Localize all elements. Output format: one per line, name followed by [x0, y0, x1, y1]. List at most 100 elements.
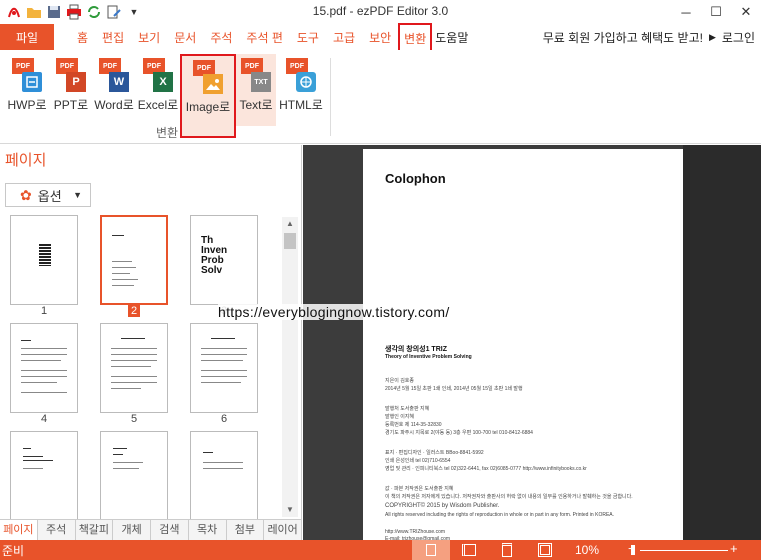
- thumbnails-scrollbar[interactable]: ▲ ▼: [282, 217, 298, 517]
- page-number: 4: [40, 413, 48, 425]
- convert-to-text-button[interactable]: PDF TXT Text로: [236, 54, 276, 126]
- tab-annotation[interactable]: 주석: [203, 24, 239, 50]
- tab-file[interactable]: 파일: [0, 24, 54, 50]
- tab-advanced[interactable]: 고급: [326, 24, 362, 50]
- colophon-line: All rights reserved including the rights…: [385, 512, 614, 518]
- signup-link[interactable]: 무료 회원 가입하고 혜택도 받고!: [543, 29, 703, 46]
- tab-annotations[interactable]: 주석: [38, 520, 76, 540]
- document-view[interactable]: Colophon 생각의 창의성1 TRIZ Theory of Inventi…: [303, 145, 761, 542]
- page-number: 1: [40, 305, 48, 317]
- page-thumbnails: 1 2 ThInvenProbSolv 3 4: [0, 213, 280, 519]
- tab-bookmarks[interactable]: 책갈피: [76, 520, 114, 540]
- tab-objects[interactable]: 개체: [113, 520, 151, 540]
- single-page-icon: [426, 544, 436, 556]
- colophon-line: COPYRIGHT© 2015 by Wisdom Publisher.: [385, 503, 500, 509]
- refresh-icon[interactable]: [86, 4, 102, 20]
- group-divider: [330, 58, 331, 136]
- html-file-icon: PDF: [286, 58, 316, 92]
- colophon-line: 값 · 파본 저작권은 도서출판 지혜: [385, 486, 454, 492]
- zoom-slider-handle[interactable]: [631, 545, 635, 555]
- close-button[interactable]: ✕: [731, 0, 761, 24]
- print-icon[interactable]: [66, 4, 82, 20]
- tab-security[interactable]: 보안: [362, 24, 398, 50]
- title-bar: ▼ 15.pdf - ezPDF Editor 3.0 ─ ☐ ✕: [0, 0, 761, 24]
- convert-to-hwp-button[interactable]: PDF HWP로: [4, 54, 50, 126]
- scroll-up-icon[interactable]: ▲: [282, 219, 298, 228]
- document-page: Colophon 생각의 창의성1 TRIZ Theory of Inventi…: [363, 149, 683, 542]
- tab-attachments[interactable]: 첨부: [227, 520, 265, 540]
- book-title: 생각의 창의성1 TRIZ: [385, 346, 447, 353]
- tab-convert[interactable]: 변환: [398, 23, 433, 53]
- continuous-page-icon: [502, 543, 512, 557]
- page-heading: Colophon: [385, 171, 446, 186]
- status-bar: 준비 10% − +: [0, 540, 761, 560]
- tab-document[interactable]: 문서: [167, 24, 203, 50]
- maximize-button[interactable]: ☐: [701, 0, 731, 24]
- tab-home[interactable]: 홈: [70, 24, 95, 50]
- scroll-down-icon[interactable]: ▼: [282, 505, 298, 514]
- tab-layers[interactable]: 레이어: [264, 520, 302, 540]
- options-dropdown[interactable]: ✿ 옵션 ▼: [5, 183, 91, 207]
- book-subtitle: Theory of Inventive Problem Solving: [385, 354, 472, 360]
- colophon-line: 경기도 파주시 지목로 2(야동 동) 3층 우편 100-700 tel 01…: [385, 430, 533, 436]
- scroll-thumb[interactable]: [284, 233, 296, 249]
- colophon-line: 영업 및 관리 · 인피니티북스 tel 02)322-6441, fax 02…: [385, 466, 587, 472]
- tab-edit[interactable]: 편집: [95, 24, 131, 50]
- page-thumbnail[interactable]: [100, 215, 168, 305]
- edit-icon[interactable]: [106, 4, 122, 20]
- status-text: 준비: [2, 543, 25, 558]
- page-thumbnail[interactable]: [100, 323, 168, 413]
- page-thumbnail[interactable]: [10, 431, 78, 519]
- tab-toc[interactable]: 목차: [189, 520, 227, 540]
- colophon-line: 표지 · 편집디자인 · 일러스트 BBoo-8841-5992: [385, 450, 484, 456]
- tab-tools[interactable]: 도구: [290, 24, 326, 50]
- tab-annotation-edit[interactable]: 주석 편: [239, 24, 289, 50]
- convert-to-word-button[interactable]: PDF W Word로: [92, 54, 136, 126]
- play-arrow-icon: ▶: [708, 31, 716, 42]
- text-file-icon: PDF TXT: [241, 58, 271, 92]
- tab-pages[interactable]: 페이지: [0, 520, 38, 540]
- panel-bottom-tabs: 페이지 주석 책갈피 개체 검색 목차 첨부 레이어: [0, 519, 302, 540]
- login-link[interactable]: 로그인: [722, 29, 755, 46]
- zoom-level: 10%: [575, 543, 600, 557]
- zoom-in-button[interactable]: +: [730, 541, 738, 556]
- page-thumbnail[interactable]: [190, 431, 258, 519]
- window-controls: ─ ☐ ✕: [671, 0, 761, 24]
- customize-dropdown-icon[interactable]: ▼: [126, 4, 142, 20]
- two-page-view-button[interactable]: [450, 540, 488, 560]
- watermark-url: https://everyblogingnow.tistory.com/: [218, 304, 450, 320]
- convert-to-ppt-button[interactable]: PDF P PPT로: [50, 54, 92, 126]
- open-folder-icon[interactable]: [26, 4, 42, 20]
- grid-page-icon: [538, 543, 552, 557]
- tab-help[interactable]: 도움말: [432, 24, 471, 50]
- colophon-line: 발행처 도서출판 지혜: [385, 406, 430, 412]
- convert-to-excel-button[interactable]: PDF X Excel로: [136, 54, 180, 126]
- gear-icon: ✿: [20, 186, 32, 203]
- colophon-line: 인쇄 은성인쇄 tel 02)710-6554: [385, 458, 451, 464]
- colophon-line: 등록번호 제 114-35-32830: [385, 422, 442, 428]
- word-file-icon: PDF W: [99, 58, 129, 92]
- continuous-view-button[interactable]: [488, 540, 526, 560]
- hwp-file-icon: PDF: [12, 58, 42, 92]
- app-logo-icon: [6, 4, 22, 20]
- single-page-view-button[interactable]: [412, 540, 450, 560]
- continuous-two-page-view-button[interactable]: [526, 540, 564, 560]
- page-thumbnail[interactable]: [190, 323, 258, 413]
- image-file-icon: PDF: [193, 60, 223, 94]
- page-thumbnail[interactable]: [10, 323, 78, 413]
- view-mode-buttons: [412, 540, 564, 560]
- page-thumbnail[interactable]: Th Inven Prob Solv: [190, 215, 258, 305]
- tab-view[interactable]: 보기: [131, 24, 167, 50]
- page-thumbnail[interactable]: [10, 215, 78, 305]
- minimize-button[interactable]: ─: [671, 0, 701, 24]
- convert-to-image-button[interactable]: PDF Image로: [180, 54, 236, 138]
- save-icon[interactable]: [46, 4, 62, 20]
- panel-title: 페이지: [5, 152, 47, 169]
- convert-group-label: 변환: [156, 126, 179, 140]
- page-thumbnail[interactable]: [100, 431, 168, 519]
- zoom-slider-track[interactable]: [640, 550, 728, 551]
- convert-to-html-button[interactable]: PDF HTML로: [276, 54, 326, 126]
- pages-panel: 페이지 ✿ 옵션 ▼ 1 2 ThInvenProbSolv 3: [0, 145, 302, 540]
- tab-search[interactable]: 검색: [151, 520, 189, 540]
- ribbon-tabs: 파일 홈 편집 보기 문서 주석 주석 편 도구 고급 보안 변환 도움말 무료…: [0, 23, 761, 53]
